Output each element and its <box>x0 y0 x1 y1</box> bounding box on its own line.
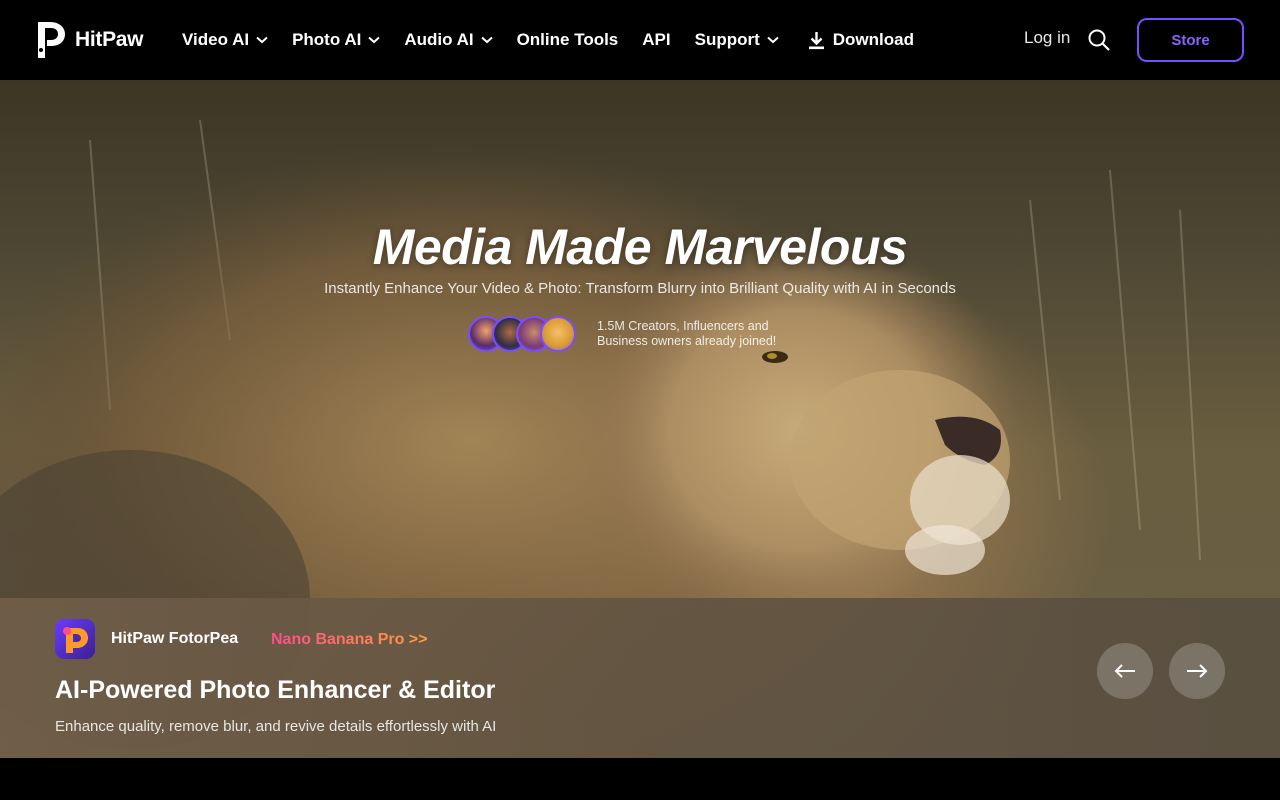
arrow-left-icon <box>1114 664 1135 678</box>
nav-label: Online Tools <box>516 30 619 49</box>
logo-text: HitPaw <box>75 28 144 51</box>
hero-title: Media Made Marvelous <box>372 219 908 275</box>
carousel-next-button[interactable] <box>1169 643 1225 699</box>
social-proof-text: 1.5M Creators, Influencers and Business … <box>597 319 797 349</box>
store-button[interactable]: Store <box>1137 18 1244 62</box>
main-nav: Video AI Photo AI Audio AI Online Tools … <box>182 0 938 80</box>
chevron-down-icon <box>256 36 268 44</box>
search-icon[interactable] <box>1087 28 1111 52</box>
login-link[interactable]: Log in <box>1024 28 1070 48</box>
nav-support[interactable]: Support <box>695 30 779 50</box>
app-name: HitPaw FotorPea <box>111 630 239 647</box>
nav-api[interactable]: API <box>642 30 670 50</box>
nav-label: API <box>642 30 671 49</box>
download-icon <box>808 31 824 49</box>
nav-download[interactable]: Download <box>808 30 914 50</box>
nav-label: Support <box>694 30 760 49</box>
nav-online-tools[interactable]: Online Tools <box>517 30 619 50</box>
nav-label: Video AI <box>182 30 250 49</box>
nav-video-ai[interactable]: Video AI <box>182 30 268 50</box>
chevron-down-icon <box>368 36 380 44</box>
page-bottom-band <box>0 758 1280 800</box>
hitpaw-logo-icon <box>38 22 65 58</box>
fotorpea-app-icon[interactable] <box>55 619 95 659</box>
nav-audio-ai[interactable]: Audio AI <box>404 30 493 50</box>
carousel-prev-button[interactable] <box>1097 643 1153 699</box>
product-info-panel: HitPaw FotorPea Nano Banana Pro >> AI-Po… <box>0 598 1280 758</box>
hero-subtitle: Instantly Enhance Your Video & Photo: Tr… <box>324 280 956 297</box>
hitpaw-logo[interactable]: HitPaw <box>36 20 144 60</box>
chevron-down-icon <box>767 36 779 44</box>
nav-label: Download <box>832 30 914 49</box>
social-proof: 1.5M Creators, Influencers and Business … <box>468 316 797 352</box>
nav-label: Audio AI <box>404 30 474 49</box>
fotorpea-logo-icon <box>63 627 88 653</box>
product-description: Enhance quality, remove blur, and revive… <box>55 718 497 735</box>
avatar <box>540 316 576 352</box>
nav-label: Photo AI <box>292 30 362 49</box>
avatar-group <box>468 316 578 352</box>
promo-link[interactable]: Nano Banana Pro >> <box>271 631 428 649</box>
product-title: AI-Powered Photo Enhancer & Editor <box>55 676 496 704</box>
chevron-down-icon <box>480 36 493 44</box>
top-navigation-bar: HitPaw Video AI Photo AI Audio AI Online… <box>0 0 1280 80</box>
social-proof-line2: Business owners already joined! <box>597 334 777 348</box>
social-proof-line1: 1.5M Creators, Influencers and <box>597 319 769 333</box>
nav-photo-ai[interactable]: Photo AI <box>292 30 380 50</box>
arrow-right-icon <box>1187 664 1208 678</box>
